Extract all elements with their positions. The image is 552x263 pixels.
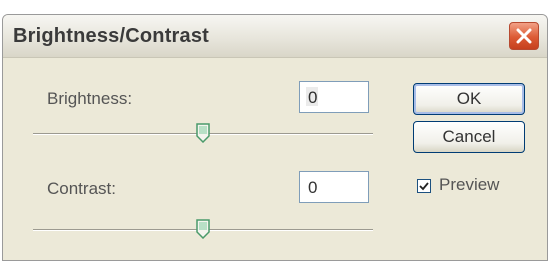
brightness-label: Brightness: xyxy=(47,89,133,108)
brightness-slider-thumb[interactable] xyxy=(196,123,210,143)
title-bar[interactable]: Brightness/Contrast xyxy=(3,15,547,58)
contrast-label: Contrast: xyxy=(47,179,116,198)
dialog-title: Brightness/Contrast xyxy=(13,25,210,47)
preview-label[interactable]: Preview xyxy=(439,175,499,195)
cancel-button[interactable]: Cancel xyxy=(413,121,525,153)
preview-checkbox[interactable] xyxy=(417,179,431,193)
checkmark-icon xyxy=(419,182,429,191)
ok-button[interactable]: OK xyxy=(413,83,525,115)
close-button[interactable] xyxy=(509,22,539,50)
brightness-contrast-dialog: Brightness/Contrast Brightness: 0 Contra… xyxy=(2,14,548,261)
contrast-input[interactable]: 0 xyxy=(299,171,369,203)
contrast-slider-thumb[interactable] xyxy=(196,219,210,239)
close-x-icon xyxy=(516,28,532,44)
brightness-input[interactable]: 0 xyxy=(299,81,369,113)
